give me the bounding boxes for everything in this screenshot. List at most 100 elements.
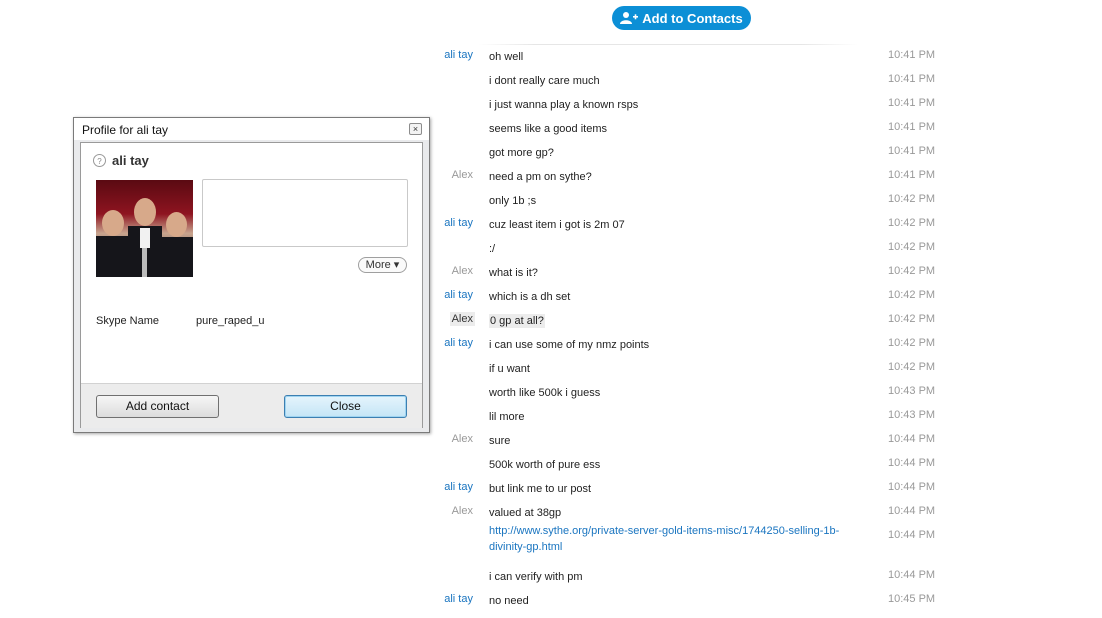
message-sender[interactable]: ali tay [444, 289, 473, 301]
message-row: i can verify with pm 10:44 PM [0, 564, 1102, 588]
message-timestamp: 10:43 PM [888, 409, 936, 421]
message-body: seems like a good items [489, 123, 607, 135]
message-text: oh well [489, 49, 849, 65]
message-sender[interactable]: ali tay [444, 49, 473, 61]
message-sender[interactable]: Alex [452, 169, 473, 181]
unknown-status-icon: ? [93, 154, 106, 167]
message-timestamp: 10:41 PM [888, 169, 936, 181]
message-row: ali tay oh well 10:41 PM [0, 44, 1102, 68]
message-text: seems like a good items [489, 121, 849, 137]
message-sender[interactable]: Alex [452, 433, 473, 445]
dialog-footer: Add contact Close [81, 383, 422, 428]
message-link[interactable]: http://www.sythe.org/private-server-gold… [489, 523, 845, 555]
message-timestamp: 10:42 PM [888, 289, 936, 301]
message-body[interactable]: http://www.sythe.org/private-server-gold… [489, 525, 839, 553]
message-text: only 1b ;s [489, 193, 849, 209]
message-text: what is it? [489, 265, 849, 281]
message-timestamp: 10:45 PM [888, 593, 936, 605]
message-sender[interactable]: ali tay [444, 337, 473, 349]
message-timestamp: 10:44 PM [888, 569, 936, 581]
message-body: i can use some of my nmz points [489, 339, 650, 351]
message-sender[interactable]: Alex [452, 505, 473, 517]
message-sender[interactable]: Alex [449, 312, 475, 326]
message-timestamp: 10:42 PM [888, 337, 936, 349]
message-text: but link me to ur post [489, 481, 849, 497]
message-text: no need [489, 593, 849, 609]
message-timestamp: 10:41 PM [888, 73, 936, 85]
message-row: 500k worth of pure ess 10:44 PM [0, 452, 1102, 476]
message-body: sure [489, 435, 511, 447]
message-text: i can verify with pm [489, 569, 849, 585]
message-timestamp: 10:42 PM [888, 217, 936, 229]
dialog-title: Profile for ali tay [82, 123, 169, 137]
message-body: no need [489, 595, 529, 607]
message-text: valued at 38gp [489, 505, 849, 521]
message-timestamp: 10:42 PM [888, 265, 936, 277]
add-to-contacts-button[interactable]: Add to Contacts [612, 6, 751, 30]
add-to-contacts-label: Add to Contacts [642, 10, 743, 26]
message-text: worth like 500k i guess [489, 385, 849, 401]
more-label: More [365, 259, 391, 271]
chevron-down-icon: ▾ [393, 259, 400, 271]
dialog-titlebar: Profile for ali tay × [74, 118, 429, 140]
message-sender[interactable]: ali tay [444, 217, 473, 229]
message-body: but link me to ur post [489, 483, 592, 495]
profile-panel: ? ali tay More ▾ Skype Name pure_raped_u… [80, 142, 423, 428]
message-row: Alex valued at 38gp 10:44 PM [0, 500, 1102, 524]
message-text: cuz least item i got is 2m 07 [489, 217, 849, 233]
add-contact-button[interactable]: Add contact [96, 395, 219, 418]
message-text: sure [489, 433, 849, 449]
more-button[interactable]: More ▾ [358, 257, 407, 273]
message-timestamp: 10:44 PM [888, 505, 936, 517]
message-text: which is a dh set [489, 289, 849, 305]
close-button[interactable]: Close [284, 395, 407, 418]
message-timestamp: 10:44 PM [888, 457, 936, 469]
message-timestamp: 10:44 PM [888, 433, 936, 445]
message-timestamp: 10:42 PM [888, 361, 936, 373]
mood-message-box [202, 179, 408, 247]
message-timestamp: 10:42 PM [888, 241, 936, 253]
add-user-icon [620, 12, 639, 24]
message-row: ali tay no need 10:45 PM [0, 588, 1102, 612]
message-timestamp: 10:41 PM [888, 121, 936, 133]
message-timestamp: 10:42 PM [888, 193, 936, 205]
message-text: i just wanna play a known rsps [489, 97, 849, 113]
message-sender[interactable]: Alex [452, 265, 473, 277]
message-body: what is it? [489, 267, 538, 279]
message-text: need a pm on sythe? [489, 169, 849, 185]
message-text: got more gp? [489, 145, 849, 161]
message-sender[interactable]: ali tay [444, 481, 473, 493]
message-text: i can use some of my nmz points [489, 337, 849, 353]
profile-header: ? ali tay [93, 153, 149, 168]
message-body: 0 gp at all? [489, 314, 545, 328]
message-body: if u want [489, 363, 530, 375]
message-text: :/ [489, 241, 849, 257]
message-body: need a pm on sythe? [489, 171, 592, 183]
message-body: i just wanna play a known rsps [489, 99, 639, 111]
message-body: oh well [489, 51, 524, 63]
profile-dialog: Profile for ali tay × ? ali tay More ▾ S… [73, 117, 430, 433]
message-body: 500k worth of pure ess [489, 459, 601, 471]
message-text: i dont really care much [489, 73, 849, 89]
message-body: worth like 500k i guess [489, 387, 601, 399]
message-body: only 1b ;s [489, 195, 537, 207]
skype-name-label: Skype Name [96, 315, 159, 327]
message-row: http://www.sythe.org/private-server-gold… [0, 524, 1102, 553]
message-body: cuz least item i got is 2m 07 [489, 219, 625, 231]
message-body: :/ [489, 243, 496, 255]
message-timestamp: 10:41 PM [888, 49, 936, 61]
message-timestamp: 10:44 PM [888, 481, 936, 493]
skype-name-value: pure_raped_u [196, 315, 265, 327]
profile-avatar [96, 180, 193, 277]
message-body: which is a dh set [489, 291, 571, 303]
message-sender[interactable]: ali tay [444, 593, 473, 605]
message-body: i dont really care much [489, 75, 600, 87]
message-text: 0 gp at all? [489, 313, 849, 329]
message-row: i just wanna play a known rsps 10:41 PM [0, 92, 1102, 116]
message-text: lil more [489, 409, 849, 425]
message-row: ali tay but link me to ur post 10:44 PM [0, 476, 1102, 500]
message-body: lil more [489, 411, 525, 423]
close-icon[interactable]: × [409, 123, 422, 135]
profile-name: ali tay [112, 153, 149, 168]
message-timestamp: 10:43 PM [888, 385, 936, 397]
